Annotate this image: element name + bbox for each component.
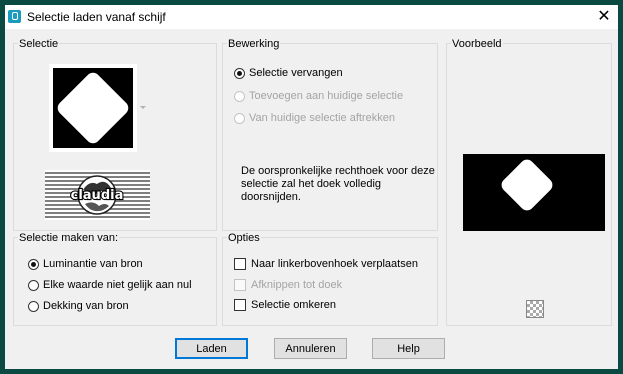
checkbox-label: Selectie omkeren (251, 299, 336, 311)
help-button[interactable]: Help (372, 338, 445, 359)
selection-diamond-shape (54, 69, 132, 147)
preview-diamond-shape (498, 156, 556, 214)
radio-label: Luminantie van bron (43, 258, 143, 270)
load-button[interactable]: Laden (175, 338, 248, 359)
radio-button[interactable] (28, 300, 39, 312)
radio-elke-waarde[interactable]: Elke waarde niet gelijk aan nul (28, 277, 192, 293)
radio-label: Elke waarde niet gelijk aan nul (43, 279, 192, 291)
checkbox-label: Naar linkerbovenhoek verplaatsen (251, 258, 418, 270)
checkbox (234, 279, 246, 291)
radio-button[interactable] (234, 67, 245, 79)
checkbox-afknippen: Afknippen tot doek (234, 277, 342, 293)
bewerking-description: De oorspronkelijke rechthoek voor deze s… (241, 165, 435, 203)
radio-aftrekken: Van huidige selectie aftrekken (234, 110, 395, 126)
radio-dekking[interactable]: Dekking van bron (28, 298, 129, 314)
app-icon (8, 10, 21, 23)
radio-label: Selectie vervangen (249, 67, 343, 79)
title-bar[interactable]: Selectie laden vanaf schijf ✕ (5, 5, 618, 29)
radio-luminantie[interactable]: Luminantie van bron (28, 256, 143, 272)
radio-button[interactable] (28, 279, 39, 291)
preview-canvas (463, 154, 605, 231)
radio-button (234, 90, 245, 102)
window-title: Selectie laden vanaf schijf (27, 10, 166, 24)
checkbox[interactable] (234, 299, 246, 311)
claudia-watermark-logo: claudia (45, 170, 150, 220)
dialog: Selectie laden vanaf schijf ✕ Selectie c… (5, 5, 618, 369)
radio-selectie-vervangen[interactable]: Selectie vervangen (234, 65, 343, 81)
watermark-text: claudia (71, 188, 124, 203)
maken-van-group-label: Selectie maken van: (18, 232, 120, 244)
radio-toevoegen: Toevoegen aan huidige selectie (234, 88, 403, 104)
voorbeeld-group-label: Voorbeeld (451, 38, 503, 50)
radio-label: Dekking van bron (43, 300, 129, 312)
checkbox[interactable] (234, 258, 246, 270)
selectie-group-label: Selectie (18, 38, 60, 50)
selection-thumbnail-picker[interactable] (49, 64, 137, 152)
close-icon[interactable]: ✕ (594, 7, 614, 27)
chevron-down-icon[interactable] (140, 106, 146, 109)
radio-label: Van huidige selectie aftrekken (249, 112, 395, 124)
radio-button[interactable] (28, 258, 39, 270)
checkbox-omkeren[interactable]: Selectie omkeren (234, 297, 336, 313)
transparency-checker-icon[interactable] (526, 300, 544, 318)
cancel-button[interactable]: Annuleren (274, 338, 347, 359)
radio-button (234, 112, 245, 124)
checkbox-linkerbovenhoek[interactable]: Naar linkerbovenhoek verplaatsen (234, 256, 418, 272)
opties-group-label: Opties (227, 232, 261, 244)
radio-label: Toevoegen aan huidige selectie (249, 90, 404, 102)
bewerking-group-label: Bewerking (227, 38, 281, 50)
checkbox-label: Afknippen tot doek (251, 279, 343, 291)
